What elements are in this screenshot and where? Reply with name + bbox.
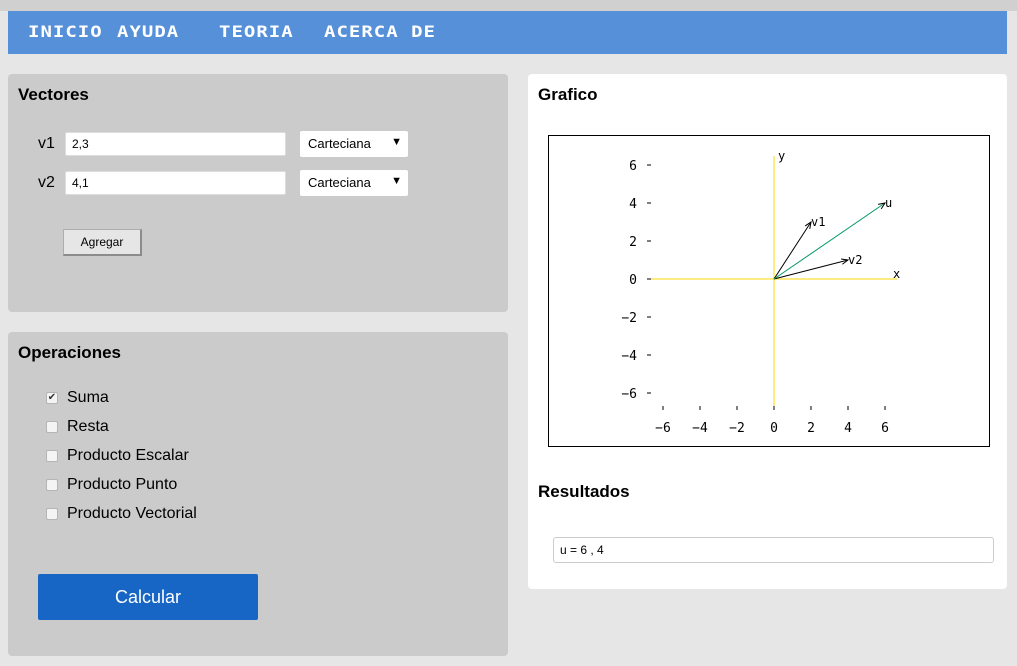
v1-mode-value: Carteciana [308,136,371,151]
x-tick-label: 0 [770,421,778,436]
vector-u [773,202,886,280]
x-tick-label: −6 [655,421,671,436]
v1-label: v1 [38,135,55,152]
checkbox-producto-punto[interactable] [46,479,58,491]
nav-teoria[interactable]: TEORIA [219,23,294,42]
y-tick-label: 2 [629,235,637,250]
v2-label: v2 [38,174,55,191]
v2-mode-select[interactable]: Carteciana ▼ [300,170,408,196]
checkbox-producto-escalar[interactable] [46,450,58,462]
x-axis-label: x [893,267,900,281]
v2-mode-value: Carteciana [308,175,371,190]
grafico-panel: Grafico x y −6 −4 −2 0 2 4 6 6 4 2 0 −2 −4 −6 v1 v2 u Resu… [528,74,1007,589]
y-tick-label: 4 [629,197,637,212]
checkbox-producto-vectorial[interactable] [46,508,58,520]
y-tick-label: −6 [621,387,637,402]
vector-graph: x y −6 −4 −2 0 2 4 6 6 4 2 0 −2 −4 −6 v1 v2 u [548,135,990,447]
y-tick-label: 0 [629,273,637,288]
resultados-title: Resultados [538,482,630,501]
vectores-title: Vectores [18,85,89,104]
y-axis-label: y [778,149,785,163]
nav-acerca-de[interactable]: ACERCA DE [324,23,436,42]
calcular-button[interactable]: Calcular [38,574,258,620]
x-tick-label: 6 [881,421,889,436]
op-suma-label: Suma [67,389,109,406]
grafico-title: Grafico [538,85,598,104]
chevron-down-icon: ▼ [391,175,402,187]
y-tick-label: −4 [621,349,637,364]
checkbox-resta[interactable] [46,421,58,433]
vector-label-v2: v2 [848,253,862,267]
x-tick-label: −4 [692,421,708,436]
y-tick-label: 6 [629,159,637,174]
chevron-down-icon: ▼ [391,136,402,148]
vector-label-u: u [885,196,892,210]
agregar-button[interactable]: Agregar [63,229,142,256]
v1-mode-select[interactable]: Carteciana ▼ [300,131,408,157]
operaciones-panel: Operaciones ✔ Suma Resta Producto Escala… [8,332,508,656]
v2-input[interactable] [65,171,286,195]
graph-svg: x y −6 −4 −2 0 2 4 6 6 4 2 0 −2 −4 −6 v1 v2 u [621,149,900,436]
x-tick-label: 4 [844,421,852,436]
nav-inicio[interactable]: INICIO [28,23,103,42]
vector-v2 [773,259,849,280]
y-tick-label: −2 [621,311,637,326]
v1-input[interactable] [65,132,286,156]
nav-ayuda[interactable]: AYUDA [117,23,179,42]
resultado-field[interactable] [553,537,994,563]
checkbox-suma[interactable]: ✔ [46,392,58,404]
op-producto-vectorial-label: Producto Vectorial [67,505,197,522]
top-navbar: INICIO AYUDA TEORIA ACERCA DE [8,11,1007,54]
vector-label-v1: v1 [811,215,825,229]
x-tick-label: −2 [729,421,745,436]
x-tick-label: 2 [807,421,815,436]
vectores-panel: Vectores v1 Carteciana ▼ v2 Carteciana ▼… [8,74,508,312]
operaciones-title: Operaciones [18,343,121,362]
op-producto-escalar-label: Producto Escalar [67,447,189,464]
top-strip [0,0,1017,11]
op-producto-punto-label: Producto Punto [67,476,178,493]
op-resta-label: Resta [67,418,109,435]
